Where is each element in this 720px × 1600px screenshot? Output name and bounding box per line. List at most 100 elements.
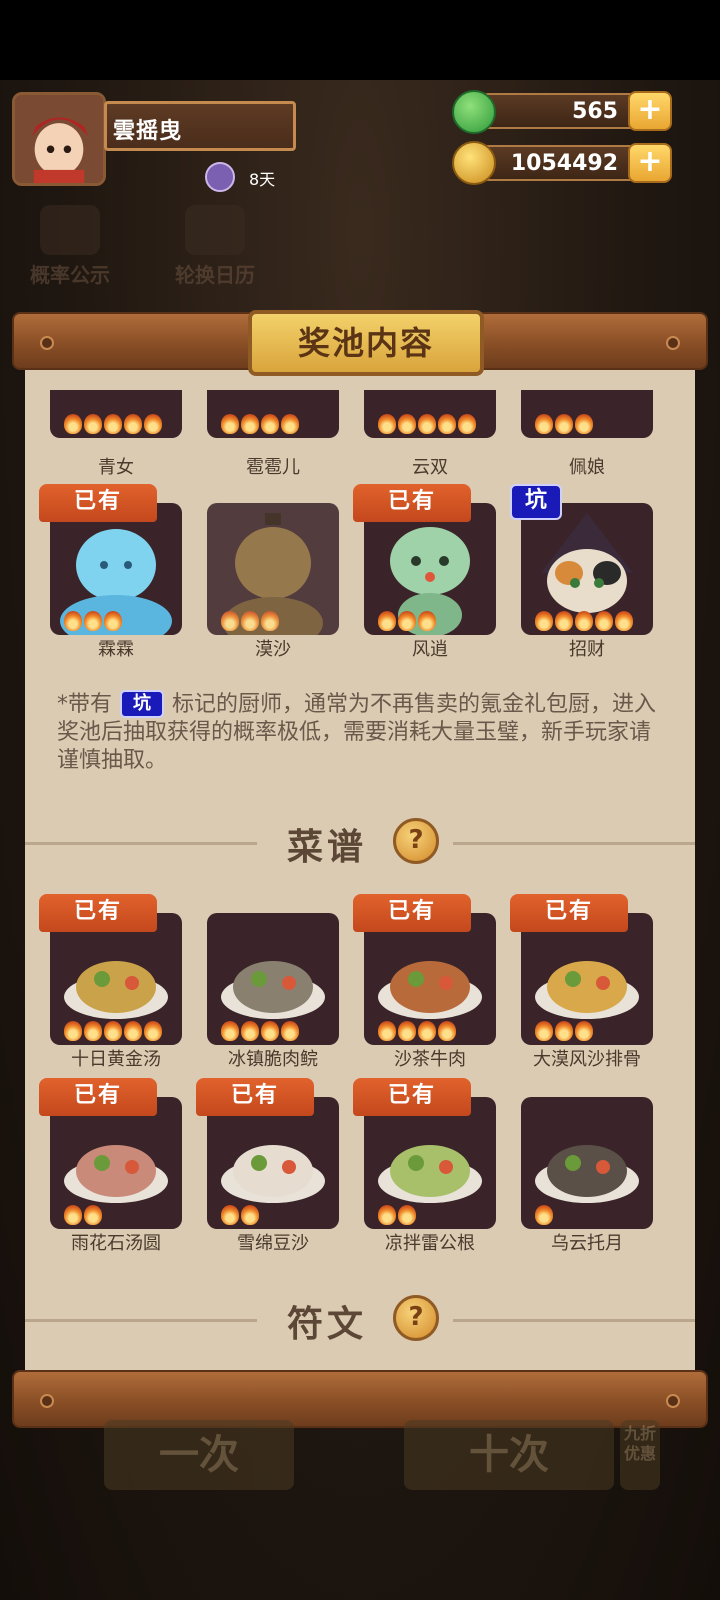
flame-icon [261, 414, 279, 434]
panel-title: 奖池内容 [248, 310, 484, 376]
chef-card-linlin[interactable] [50, 503, 182, 635]
flame-icon [104, 611, 122, 631]
flame-icon [84, 611, 102, 631]
login-days: 8天 [249, 170, 276, 189]
flame-icon [575, 414, 593, 434]
star-flames [535, 414, 593, 436]
flame-icon [555, 611, 573, 631]
add-coins-button[interactable]: + [628, 143, 672, 183]
recipes-title: 菜谱 [287, 827, 368, 868]
flame-icon [221, 414, 239, 434]
calendar-label: 轮换日历 [175, 263, 255, 287]
chef-name: 霖霖 [98, 639, 134, 660]
flame-icon [281, 1021, 299, 1041]
flame-icon [221, 1205, 239, 1225]
flame-icon [144, 414, 162, 434]
avatar[interactable] [12, 92, 106, 186]
recipe-name: 大漠风沙排骨 [533, 1049, 641, 1070]
flame-icon [535, 414, 553, 434]
flame-icon [535, 1205, 553, 1225]
avatar-image [15, 95, 103, 183]
chef-card[interactable] [50, 390, 182, 438]
runes-help-button[interactable]: ? [393, 1295, 439, 1341]
recipe-name: 雪绵豆沙 [237, 1233, 309, 1254]
recipe-name: 冰镇脆肉鲩 [228, 1049, 318, 1070]
draw-ten-button[interactable]: 十次 [404, 1420, 614, 1490]
flame-icon [104, 414, 122, 434]
chef-card-zhaocai[interactable] [521, 503, 653, 635]
flame-icon [64, 1205, 82, 1225]
flame-icon [124, 414, 142, 434]
player-name[interactable]: 雲摇曳 [104, 101, 296, 151]
login-days-icon [205, 162, 235, 192]
flame-icon [575, 1021, 593, 1041]
flame-icon [595, 611, 613, 631]
flame-icon [555, 1021, 573, 1041]
draw-once-button[interactable]: 一次 [104, 1420, 294, 1490]
flame-icon [398, 414, 416, 434]
flame-icon [575, 611, 593, 631]
owned-badge: 已有 [510, 894, 628, 932]
star-flames [64, 1205, 102, 1227]
chef-card-mosha[interactable] [207, 503, 339, 635]
flame-icon [261, 611, 279, 631]
flame-icon [64, 611, 82, 631]
chef-name: 招财 [569, 639, 605, 660]
owned-badge: 已有 [39, 484, 157, 522]
flame-icon [378, 1205, 396, 1225]
flame-icon [84, 1205, 102, 1225]
flame-icon [241, 1021, 259, 1041]
runes-section-header: 符文 ? [25, 1295, 695, 1345]
flame-icon [418, 1021, 436, 1041]
recipe-name: 雨花石汤圆 [71, 1233, 161, 1254]
recipe-card[interactable] [50, 1097, 182, 1229]
recipe-card[interactable] [364, 1097, 496, 1229]
flame-icon [418, 414, 436, 434]
rates-button[interactable]: 概率公示 [20, 205, 120, 288]
chef-card[interactable] [521, 390, 653, 438]
recipe-name: 乌云托月 [551, 1233, 623, 1254]
flame-icon [438, 414, 456, 434]
flame-icon [378, 1021, 396, 1041]
prize-pool-list[interactable]: 青女 雹雹儿 云双 佩娘 已有 霖霖 漠沙 已有 风逍 坑 招财 *带有 坑 标… [25, 390, 695, 1355]
star-flames [378, 1021, 456, 1043]
star-flames [221, 1021, 299, 1043]
owned-badge: 已有 [353, 1078, 471, 1116]
chef-card-fengxiao[interactable] [364, 503, 496, 635]
chef-name: 漠沙 [255, 639, 291, 660]
rates-label: 概率公示 [30, 263, 110, 287]
chef-name: 青女 [98, 457, 134, 478]
owned-badge: 已有 [353, 894, 471, 932]
flame-icon [458, 414, 476, 434]
star-flames [64, 1021, 162, 1043]
calendar-button[interactable]: 轮换日历 [160, 205, 270, 288]
flame-icon [84, 1021, 102, 1041]
recipe-card[interactable] [207, 1097, 339, 1229]
recipe-card[interactable] [50, 913, 182, 1045]
jade-icon [452, 90, 496, 134]
star-flames [221, 1205, 259, 1227]
add-jade-button[interactable]: + [628, 91, 672, 131]
flame-icon [398, 1021, 416, 1041]
star-flames [535, 1205, 553, 1227]
recipe-card[interactable] [207, 913, 339, 1045]
owned-badge: 已有 [353, 484, 471, 522]
flame-icon [555, 414, 573, 434]
recipe-card[interactable] [364, 913, 496, 1045]
star-flames [535, 611, 633, 633]
flame-icon [281, 414, 299, 434]
chef-card[interactable] [207, 390, 339, 438]
flame-icon [378, 414, 396, 434]
flame-icon [535, 1021, 553, 1041]
recipe-card[interactable] [521, 913, 653, 1045]
flame-icon [241, 414, 259, 434]
chef-card[interactable] [364, 390, 496, 438]
recipes-help-button[interactable]: ? [393, 818, 439, 864]
recipe-card[interactable] [521, 1097, 653, 1229]
flame-icon [84, 414, 102, 434]
star-flames [221, 414, 299, 436]
flame-icon [261, 1021, 279, 1041]
pit-badge-inline: 坑 [120, 690, 165, 718]
flame-icon [615, 611, 633, 631]
status-bar [0, 0, 720, 80]
